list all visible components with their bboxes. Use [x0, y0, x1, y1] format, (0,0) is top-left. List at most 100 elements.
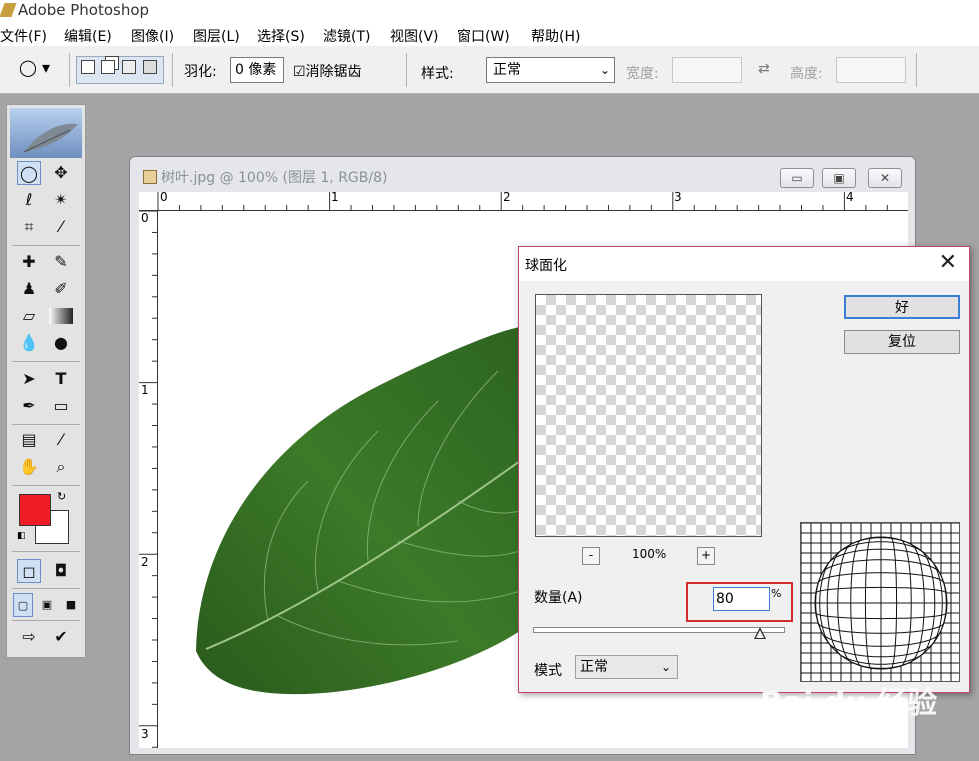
- hand-tool-icon[interactable]: ✋: [17, 455, 41, 479]
- foreground-color-front: [19, 494, 51, 526]
- app-title-bar: Adobe Photoshop: [0, 0, 979, 24]
- healing-brush-icon[interactable]: ✚: [17, 250, 41, 274]
- mode-value: 正常: [580, 659, 608, 675]
- slice-tool-icon[interactable]: ⁄: [49, 215, 73, 239]
- minimize-button[interactable]: ▭: [780, 168, 814, 188]
- sphere-grid-preview: [800, 522, 960, 682]
- tools-panel: ◯ ✥ ℓ ✴ ⌗ ⁄ ✚ ✎ ♟ ✐ ▱ 💧 ● ➤ T ✒ ▭ ▤ ⁄ ✋ …: [6, 104, 86, 658]
- menu-edit[interactable]: 编辑(E): [64, 26, 112, 46]
- mode-label: 模式: [534, 663, 562, 679]
- zoom-level: 100%: [632, 547, 667, 561]
- ruler-label: 2: [141, 555, 149, 569]
- feather-logo-icon: [23, 123, 78, 153]
- lasso-tool-icon[interactable]: ℓ: [17, 188, 41, 212]
- marquee-tool-icon[interactable]: ◯: [17, 161, 41, 185]
- ruler-label: 1: [331, 192, 339, 204]
- path-select-icon[interactable]: ➤: [17, 367, 41, 391]
- screen-mode-standard-icon[interactable]: ▢: [13, 593, 33, 617]
- document-title: 树叶.jpg @ 100% (图层 1, RGB/8): [161, 170, 388, 186]
- amount-slider-track[interactable]: [533, 627, 785, 633]
- vertical-ruler: 0 1 2 3: [139, 211, 158, 748]
- gradient-tool-icon[interactable]: [49, 308, 73, 324]
- screen-mode-full-menu-icon[interactable]: ▣: [37, 593, 57, 617]
- intersect-selection-icon[interactable]: [143, 60, 157, 74]
- options-bar: ◯ ▾ 羽化: 0 像素 ☑消除锯齿 样式: 正常 ⌄ 宽度: ⇄ 高度:: [0, 46, 979, 94]
- eyedropper-icon[interactable]: ⁄: [49, 428, 73, 452]
- zoom-out-button[interactable]: -: [582, 547, 600, 565]
- photoshop-icon: [0, 3, 17, 17]
- menu-select[interactable]: 选择(S): [257, 26, 305, 46]
- style-value: 正常: [493, 62, 521, 78]
- style-select[interactable]: 正常 ⌄: [486, 57, 615, 83]
- zoom-tool-icon[interactable]: ⌕: [49, 455, 73, 479]
- swap-colors-icon[interactable]: ↻: [57, 490, 66, 503]
- brush-tool-icon[interactable]: ✎: [49, 250, 73, 274]
- document-title-bar: 树叶.jpg @ 100% (图层 1, RGB/8): [143, 167, 387, 187]
- amount-input[interactable]: 80: [713, 587, 770, 611]
- horizontal-ruler: 0 1 2 3 4: [139, 192, 908, 211]
- standard-mode-icon[interactable]: ◻: [17, 559, 41, 583]
- amount-slider-thumb[interactable]: [753, 627, 766, 639]
- move-tool-icon[interactable]: ✥: [49, 161, 73, 185]
- subtract-selection-icon[interactable]: [122, 60, 136, 74]
- default-colors-icon[interactable]: ◧: [17, 531, 26, 541]
- menu-filter[interactable]: 滤镜(T): [323, 26, 370, 46]
- width-input: [672, 57, 742, 83]
- notes-tool-icon[interactable]: ▤: [17, 428, 41, 452]
- antialias-checkbox[interactable]: ☑消除锯齿: [293, 61, 362, 81]
- close-button[interactable]: ✕: [868, 168, 902, 188]
- menu-view[interactable]: 视图(V): [390, 26, 439, 46]
- ok-button[interactable]: 好: [844, 295, 960, 319]
- toolbox-header: [10, 108, 82, 158]
- reset-button[interactable]: 复位: [844, 330, 960, 354]
- new-selection-icon[interactable]: [81, 60, 95, 74]
- ruler-label: 3: [141, 727, 149, 741]
- ruler-label: 3: [674, 192, 682, 204]
- ruler-label: 4: [846, 192, 854, 204]
- filter-preview[interactable]: [535, 294, 762, 537]
- maximize-button[interactable]: ▣: [822, 168, 856, 188]
- pen-tool-icon[interactable]: ✒: [17, 394, 41, 418]
- width-label: 宽度:: [626, 66, 659, 82]
- style-label: 样式:: [421, 66, 454, 82]
- zoom-in-button[interactable]: +: [697, 547, 715, 565]
- ellipse-marquee-icon[interactable]: ◯ ▾: [19, 58, 50, 77]
- ruler-label: 0: [141, 211, 149, 225]
- percent-sign: %: [771, 587, 782, 600]
- menu-image[interactable]: 图像(I): [131, 26, 174, 46]
- menu-file[interactable]: 文件(F): [0, 26, 47, 46]
- jump-to-imageready-icon[interactable]: ⇨: [17, 625, 41, 649]
- mode-select[interactable]: 正常 ⌄: [575, 655, 678, 679]
- blur-tool-icon[interactable]: 💧: [17, 331, 41, 355]
- dialog-close-icon[interactable]: ✕: [939, 249, 957, 277]
- menu-layer[interactable]: 图层(L): [193, 26, 240, 46]
- chevron-down-icon: ⌄: [599, 63, 610, 77]
- amount-label: 数量(A): [534, 590, 583, 606]
- dodge-tool-icon[interactable]: ●: [49, 331, 73, 355]
- height-label: 高度:: [790, 66, 823, 82]
- quick-mask-icon[interactable]: ◘: [49, 559, 73, 583]
- menu-help[interactable]: 帮助(H): [531, 26, 580, 46]
- menu-window[interactable]: 窗口(W): [457, 26, 510, 46]
- crop-tool-icon[interactable]: ⌗: [17, 215, 41, 239]
- ruler-label: 2: [503, 192, 511, 204]
- ruler-label: 1: [141, 383, 149, 397]
- watermark-url: jingyan.baidu.com: [750, 716, 907, 736]
- clone-stamp-icon[interactable]: ♟: [17, 277, 41, 301]
- dialog-title-bar: 球面化 ✕: [519, 247, 969, 281]
- dialog-title: 球面化: [525, 258, 567, 274]
- history-brush-icon[interactable]: ✐: [49, 277, 73, 301]
- screen-mode-full-icon[interactable]: ■: [61, 593, 81, 617]
- check-icon[interactable]: ✔: [49, 625, 73, 649]
- shape-tool-icon[interactable]: ▭: [49, 394, 73, 418]
- ruler-label: 0: [160, 192, 168, 204]
- magic-wand-icon[interactable]: ✴: [49, 188, 73, 212]
- feather-input[interactable]: 0 像素: [230, 57, 284, 83]
- swap-icon: ⇄: [758, 61, 770, 77]
- eraser-tool-icon[interactable]: ▱: [17, 304, 41, 328]
- add-selection-icon[interactable]: [101, 60, 115, 74]
- chevron-down-icon: ⌄: [660, 660, 671, 674]
- spherize-dialog: 球面化 ✕ - 100% + 好 复位 数量(A) 80 % 模式 正常 ⌄: [518, 246, 970, 693]
- type-tool-icon[interactable]: T: [49, 367, 73, 391]
- height-input: [836, 57, 906, 83]
